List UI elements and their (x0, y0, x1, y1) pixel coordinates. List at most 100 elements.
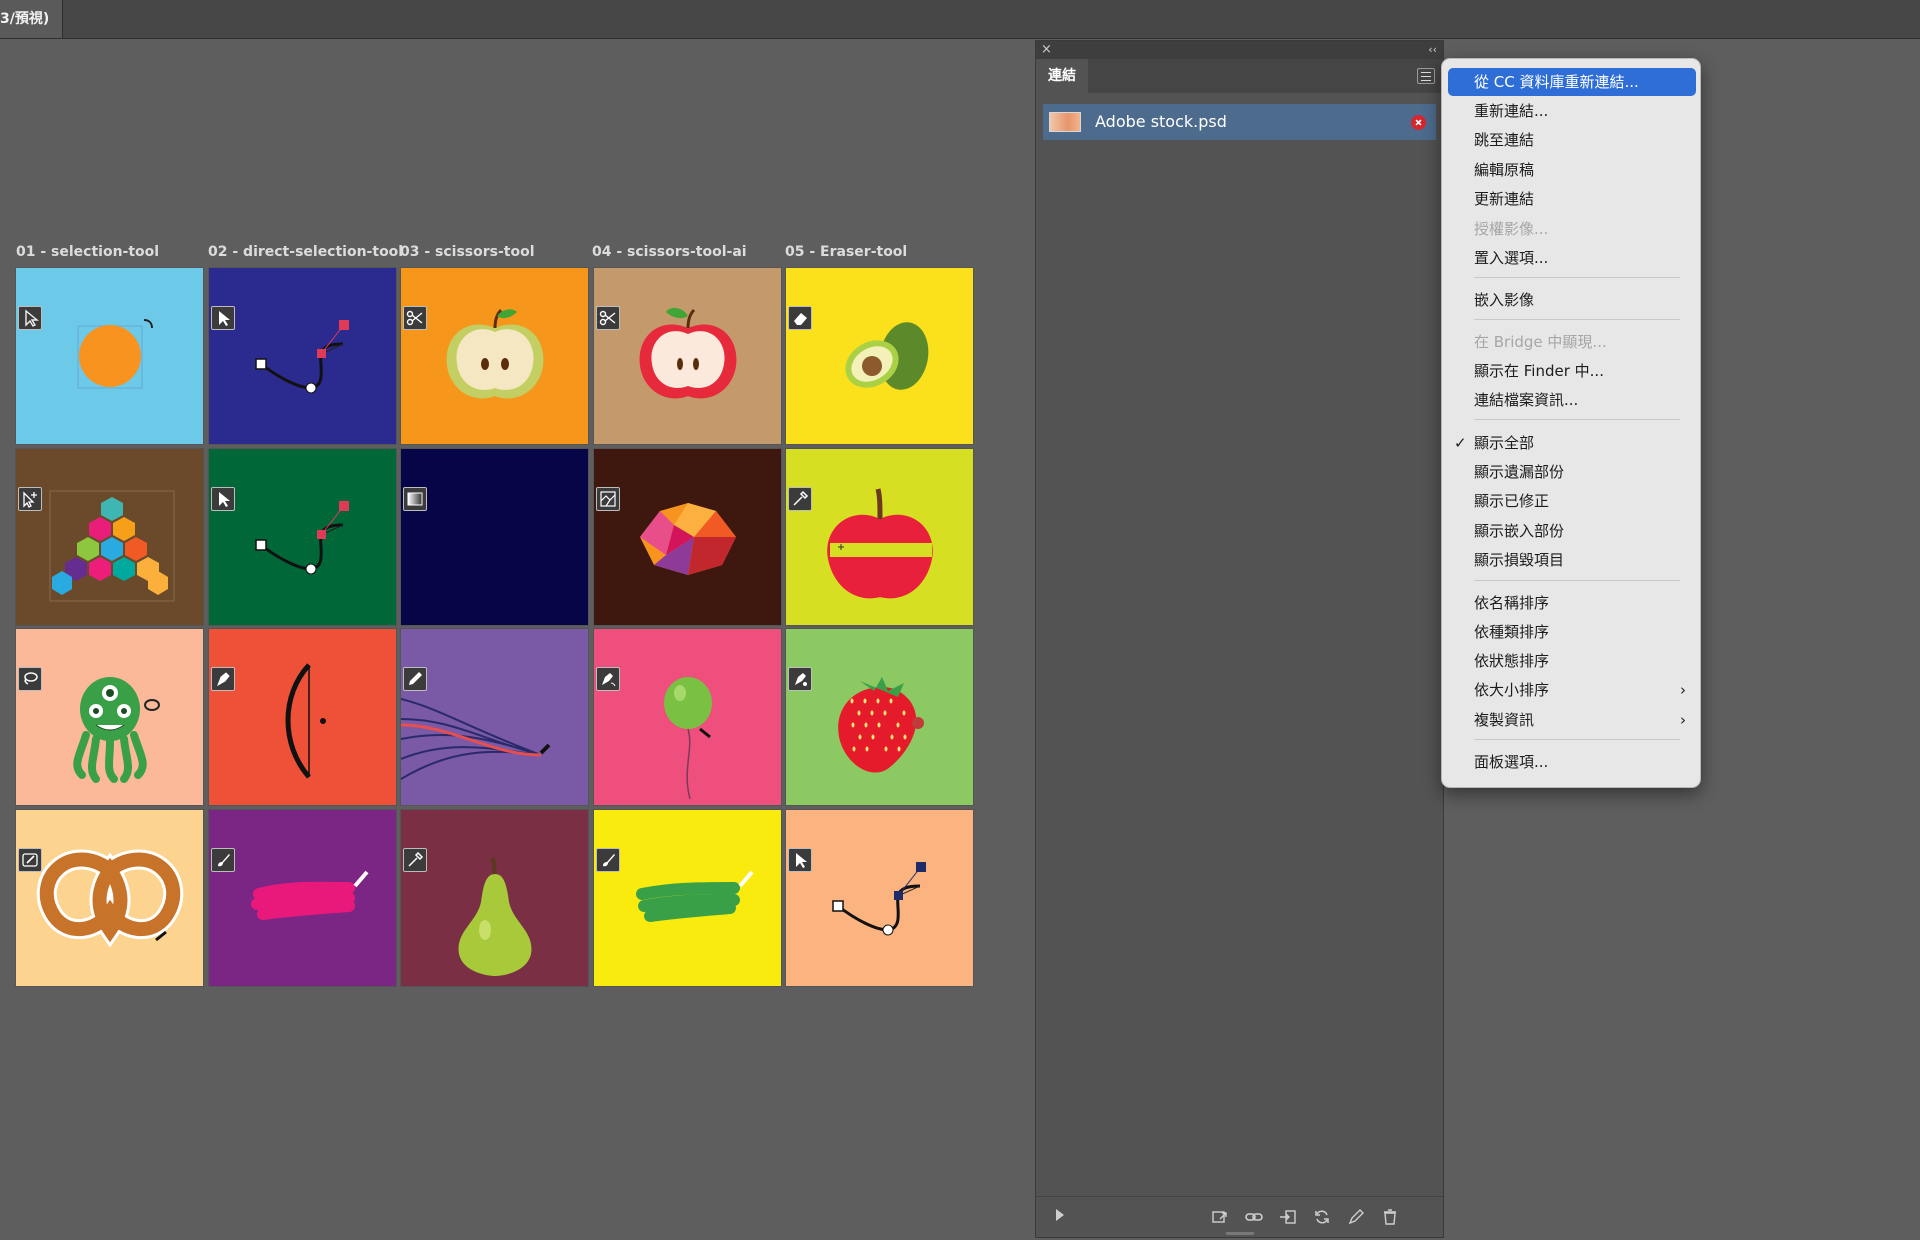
panel-menu-icon[interactable] (1417, 68, 1435, 84)
pink-stroke-artwork (250, 870, 369, 920)
collapse-icon[interactable]: ‹‹ (1428, 41, 1437, 59)
menu-item[interactable]: 重新連結... (1448, 97, 1696, 125)
menu-item-label: 在 Bridge 中顯現... (1474, 333, 1607, 351)
menu-item[interactable]: 依狀態排序 (1448, 647, 1696, 675)
eyedropper-icon (403, 847, 427, 872)
artboard-label-05[interactable]: 05 - Eraser-tool (785, 244, 907, 260)
menu-separator (1474, 739, 1680, 740)
panel-footer (1036, 1196, 1443, 1237)
bezier-path-artwork (254, 320, 349, 394)
artboard-tile[interactable] (786, 809, 973, 986)
menu-item[interactable]: 跳至連結 (1448, 126, 1696, 154)
menu-item-label: 置入選項... (1474, 249, 1549, 267)
artboard-tile[interactable] (593, 448, 781, 625)
menu-item-label: 嵌入影像 (1474, 291, 1535, 309)
links-panel: × ‹‹ 連結 Adobe stock.psd (1035, 40, 1444, 1238)
menu-item[interactable]: 編輯原稿 (1448, 156, 1696, 184)
artboard-label-04[interactable]: 04 - scissors-tool-ai (592, 244, 747, 260)
menu-item-label: 顯示嵌入部份 (1474, 522, 1565, 540)
menu-item-label: 編輯原稿 (1474, 161, 1535, 179)
artboard-tile[interactable] (401, 629, 588, 806)
eyedropper-icon (788, 486, 812, 511)
panel-resize-grip[interactable] (1226, 1232, 1254, 1235)
menu-separator (1474, 277, 1680, 278)
avocado-artwork (845, 322, 929, 390)
artboard-tool-icon (18, 486, 42, 511)
artboard-tile[interactable] (16, 448, 203, 625)
menu-item[interactable]: 顯示遺漏部份 (1448, 458, 1696, 486)
menu-item[interactable]: 依大小排序 › (1448, 676, 1696, 704)
relink-cc-library-icon[interactable] (1210, 1207, 1230, 1227)
show-link-info-icon[interactable] (1056, 1209, 1064, 1221)
artboard-tile[interactable] (401, 809, 588, 986)
relink-icon[interactable] (1244, 1207, 1264, 1227)
menu-item[interactable]: 顯示嵌入部份 (1448, 517, 1696, 545)
menu-item[interactable]: 嵌入影像 (1448, 286, 1696, 314)
artboard-tile[interactable] (16, 268, 203, 444)
menu-item[interactable]: 顯示全部 ✓ (1448, 429, 1696, 457)
menu-item[interactable]: 顯示在 Finder 中... (1448, 357, 1696, 385)
artboard-tile[interactable] (593, 629, 781, 806)
brush-icon (595, 847, 620, 872)
close-icon[interactable]: × (1041, 41, 1052, 59)
menu-item[interactable]: 置入選項... (1448, 244, 1696, 272)
menu-item[interactable]: 顯示損毀項目 (1448, 546, 1696, 574)
menu-item[interactable]: 顯示已修正 (1448, 487, 1696, 515)
go-to-link-icon[interactable] (1278, 1207, 1298, 1227)
artboard-label-01[interactable]: 01 - selection-tool (16, 244, 159, 260)
link-name: Adobe stock.psd (1095, 112, 1227, 131)
menu-item-label: 顯示在 Finder 中... (1474, 362, 1604, 380)
menu-item-label: 連結檔案資訊... (1474, 391, 1579, 409)
links-panel-menu: 從 CC 資料庫重新連結... 重新連結... 跳至連結編輯原稿更新連結授權影像..… (1441, 58, 1701, 788)
menu-item[interactable]: 面板選項... (1448, 748, 1696, 776)
artboard-tile[interactable] (16, 629, 203, 806)
menu-item[interactable]: 連結檔案資訊... (1448, 386, 1696, 414)
menu-item: 在 Bridge 中顯現... (1448, 328, 1696, 356)
artboard-tile[interactable] (786, 629, 973, 806)
menu-item[interactable]: 依種類排序 (1448, 618, 1696, 646)
panel-title-bar: × ‹‹ (1036, 41, 1443, 59)
chevron-right-icon: › (1680, 681, 1686, 699)
menu-item-label: 從 CC 資料庫重新連結... (1474, 73, 1639, 91)
blank-artwork (401, 449, 588, 625)
checkmark-icon: ✓ (1454, 434, 1467, 452)
menu-item-label: 面板選項... (1474, 753, 1549, 771)
shaper-icon (18, 847, 42, 872)
menu-item[interactable]: 複製資訊 › (1448, 706, 1696, 734)
artboard-tile[interactable] (208, 268, 396, 444)
menu-item-label: 複製資訊 (1474, 711, 1535, 729)
artboard-tile[interactable] (401, 268, 588, 444)
menu-item[interactable]: 更新連結 (1448, 185, 1696, 213)
selection-arrow-icon (18, 306, 42, 330)
update-link-icon[interactable] (1312, 1207, 1332, 1227)
tab-links[interactable]: 連結 (1036, 59, 1088, 93)
menu-separator (1474, 580, 1680, 581)
scissors-icon (403, 306, 427, 330)
artboard-tile[interactable] (593, 809, 781, 986)
artboard-tile[interactable] (401, 448, 588, 625)
pretzel-artwork (36, 849, 184, 948)
artboard-tile[interactable] (208, 629, 396, 806)
image-trace-icon (595, 486, 620, 511)
link-item[interactable]: Adobe stock.psd (1043, 104, 1436, 140)
artboard-tile[interactable] (208, 448, 396, 625)
direct-selection-icon (210, 486, 235, 511)
artboard-label-02[interactable]: 02 - direct-selection-tool (208, 244, 403, 260)
document-tab[interactable]: 3/預視) (0, 0, 63, 38)
menu-item[interactable]: 依名稱排序 (1448, 589, 1696, 617)
artboard-tile[interactable] (208, 809, 396, 986)
trash-icon[interactable] (1380, 1207, 1400, 1227)
hexagon-group-artwork (49, 490, 175, 602)
menu-item[interactable]: 從 CC 資料庫重新連結... (1448, 68, 1696, 96)
direct-selection-icon (788, 847, 812, 872)
menu-item-label: 授權影像... (1474, 220, 1549, 238)
artboard-tile[interactable] (786, 448, 973, 625)
green-stroke-artwork (635, 870, 754, 922)
artboard-tile[interactable] (593, 268, 781, 444)
menu-separator (1474, 419, 1680, 420)
artboard-tile[interactable] (786, 268, 973, 444)
artboard-label-03[interactable]: 03 - scissors-tool (400, 244, 535, 260)
artboard-tile[interactable] (16, 809, 203, 986)
edit-original-icon[interactable] (1346, 1207, 1366, 1227)
brush-icon (210, 847, 235, 872)
